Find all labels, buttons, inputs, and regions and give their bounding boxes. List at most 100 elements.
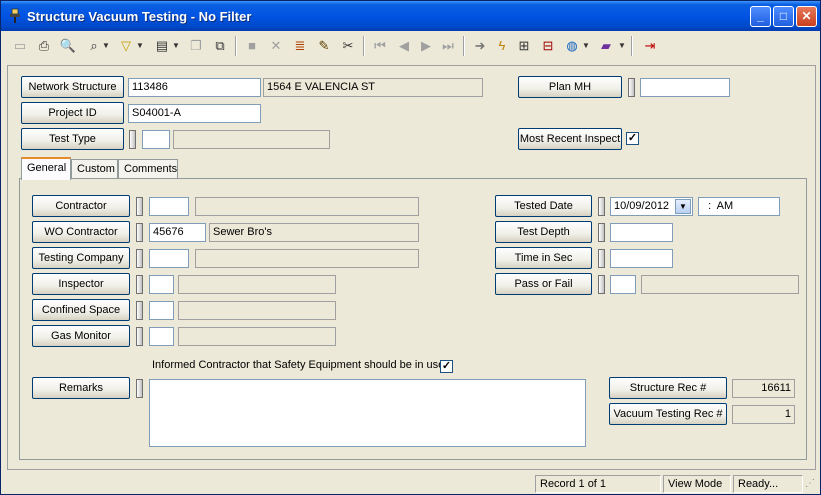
remarks-lookup-icon[interactable] [136,379,143,398]
gas-monitor-lookup-icon[interactable] [136,327,143,346]
app-window: Structure Vacuum Testing - No Filter _ □… [0,0,821,495]
status-bar: Record 1 of 1 View Mode Ready... ⋰ [1,474,820,494]
gas-monitor-button[interactable]: Gas Monitor [32,325,130,347]
last-record-icon[interactable]: ⏭ [437,35,459,57]
contractor-lookup-icon[interactable] [136,197,143,216]
test-depth-lookup-icon[interactable] [598,223,605,242]
remarks-button[interactable]: Remarks [32,377,130,399]
remarks-textarea[interactable] [149,379,586,447]
title-bar[interactable]: Structure Vacuum Testing - No Filter _ □… [1,1,820,31]
time-in-sec-field[interactable] [610,249,673,268]
copy-record-icon[interactable]: ❐ [185,35,207,57]
pass-or-fail-button[interactable]: Pass or Fail [495,273,592,295]
filter-icon[interactable]: ▽ [115,35,137,57]
network-structure-id-field[interactable]: 113486 [128,78,261,97]
book-icon[interactable]: ▰ [595,35,617,57]
new-record-icon[interactable]: ▭ [9,35,31,57]
inspector-button[interactable]: Inspector [32,273,130,295]
status-record: Record 1 of 1 [535,475,661,493]
tab-custom[interactable]: Custom [71,159,118,179]
time-in-sec-lookup-icon[interactable] [598,249,605,268]
wo-contractor-lookup-icon[interactable] [136,223,143,242]
inspector-lookup-icon[interactable] [136,275,143,294]
contractor-code-field[interactable] [149,197,189,216]
pass-fail-lookup-icon[interactable] [598,275,605,294]
find-dropdown-icon[interactable]: ▼ [101,35,111,57]
gas-monitor-code-field[interactable] [149,327,174,346]
testing-company-button[interactable]: Testing Company [32,247,130,269]
book-dropdown-icon[interactable]: ▼ [617,35,627,57]
test-depth-button[interactable]: Test Depth [495,221,592,243]
plan-mh-field[interactable] [640,78,730,97]
test-type-code-field[interactable] [142,130,170,149]
stack-icon[interactable]: ≣ [289,35,311,57]
project-id-button[interactable]: Project ID [21,102,124,124]
time-in-sec-button[interactable]: Time in Sec [495,247,592,269]
vacuum-testing-rec-button[interactable]: Vacuum Testing Rec # [609,403,727,425]
contractor-button[interactable]: Contractor [32,195,130,217]
pass-fail-desc [641,275,799,294]
maximize-button[interactable]: □ [773,6,794,27]
tested-time-field[interactable]: : AM [698,197,780,216]
lightning-icon[interactable]: ϟ [491,35,513,57]
safety-equipment-checkbox[interactable]: ✓ [440,360,453,373]
attach-icon[interactable]: ⧉ [209,35,231,57]
map-icon[interactable]: ⊞ [513,35,535,57]
goto-icon[interactable]: ➜ [469,35,491,57]
close-icon: ✕ [801,9,812,23]
confined-space-code-field[interactable] [149,301,174,320]
date-dropdown-icon[interactable]: ▼ [675,199,691,214]
testing-company-lookup-icon[interactable] [136,249,143,268]
save-icon[interactable]: ■ [241,35,263,57]
confined-space-desc [178,301,336,320]
tab-comments[interactable]: Comments [118,159,178,179]
inspector-code-field[interactable] [149,275,174,294]
tab-custom-label: Custom [77,163,115,175]
globe-icon[interactable]: ◍ [561,35,583,57]
first-record-icon[interactable]: ⏮ [369,35,391,57]
project-id-field[interactable]: S04001-A [128,104,261,123]
test-type-lookup-icon[interactable] [129,130,136,149]
tab-general[interactable]: General [21,157,71,180]
tested-date-button[interactable]: Tested Date [495,195,592,217]
report-dropdown-icon[interactable]: ▼ [171,35,181,57]
print-preview-icon[interactable]: 🔍 [57,35,79,57]
delete-icon[interactable]: ✕ [265,35,287,57]
tab-general-label: General [27,162,67,174]
structure-rec-button[interactable]: Structure Rec # [609,377,727,399]
confined-space-button[interactable]: Confined Space [32,299,130,321]
tested-date-lookup-icon[interactable] [598,197,605,216]
filter-dropdown-icon[interactable]: ▼ [135,35,145,57]
exit-icon[interactable]: ⇥ [639,35,661,57]
tested-date-value: 10/09/2012 [614,200,670,212]
wo-contractor-desc: Sewer Bro's [209,223,419,242]
network-icon[interactable]: ⊟ [537,35,559,57]
safety-equipment-label: Informed Contractor that Safety Equipmen… [152,359,445,371]
wo-contractor-button[interactable]: WO Contractor [32,221,130,243]
plan-mh-lookup-icon[interactable] [628,78,635,97]
cut-icon[interactable]: ✂ [337,35,359,57]
test-depth-field[interactable] [610,223,673,242]
status-mode: View Mode [663,475,731,493]
vacuum-testing-rec-value: 1 [732,405,795,424]
next-record-icon[interactable]: ▶ [415,35,437,57]
edit-pencil-icon[interactable]: ✎ [313,35,335,57]
globe-dropdown-icon[interactable]: ▼ [581,35,591,57]
report-icon[interactable]: ▤ [151,35,173,57]
wo-contractor-code-field[interactable]: 45676 [149,223,206,242]
toolbar: ▭ ⎙ 🔍 ⌕ ▼ ▽ ▼ ▤ ▼ ❐ ⧉ ■ ✕ ≣ ✎ ✂ ⏮ ◀ ▶ ⏭ … [5,33,817,61]
prev-record-icon[interactable]: ◀ [393,35,415,57]
confined-space-lookup-icon[interactable] [136,301,143,320]
resize-grip-icon[interactable]: ⋰ [805,478,818,492]
testing-company-code-field[interactable] [149,249,189,268]
plan-mh-button[interactable]: Plan MH [518,76,622,98]
network-structure-button[interactable]: Network Structure [21,76,124,98]
most-recent-checkbox[interactable]: ✓ [626,132,639,145]
pass-fail-code-field[interactable] [610,275,636,294]
print-icon[interactable]: ⎙ [33,35,55,57]
close-button[interactable]: ✕ [796,6,817,27]
test-type-button[interactable]: Test Type [21,128,124,150]
tab-comments-label: Comments [124,163,178,175]
minimize-button[interactable]: _ [750,6,771,27]
most-recent-inspect-button[interactable]: Most Recent Inspect [518,128,622,150]
